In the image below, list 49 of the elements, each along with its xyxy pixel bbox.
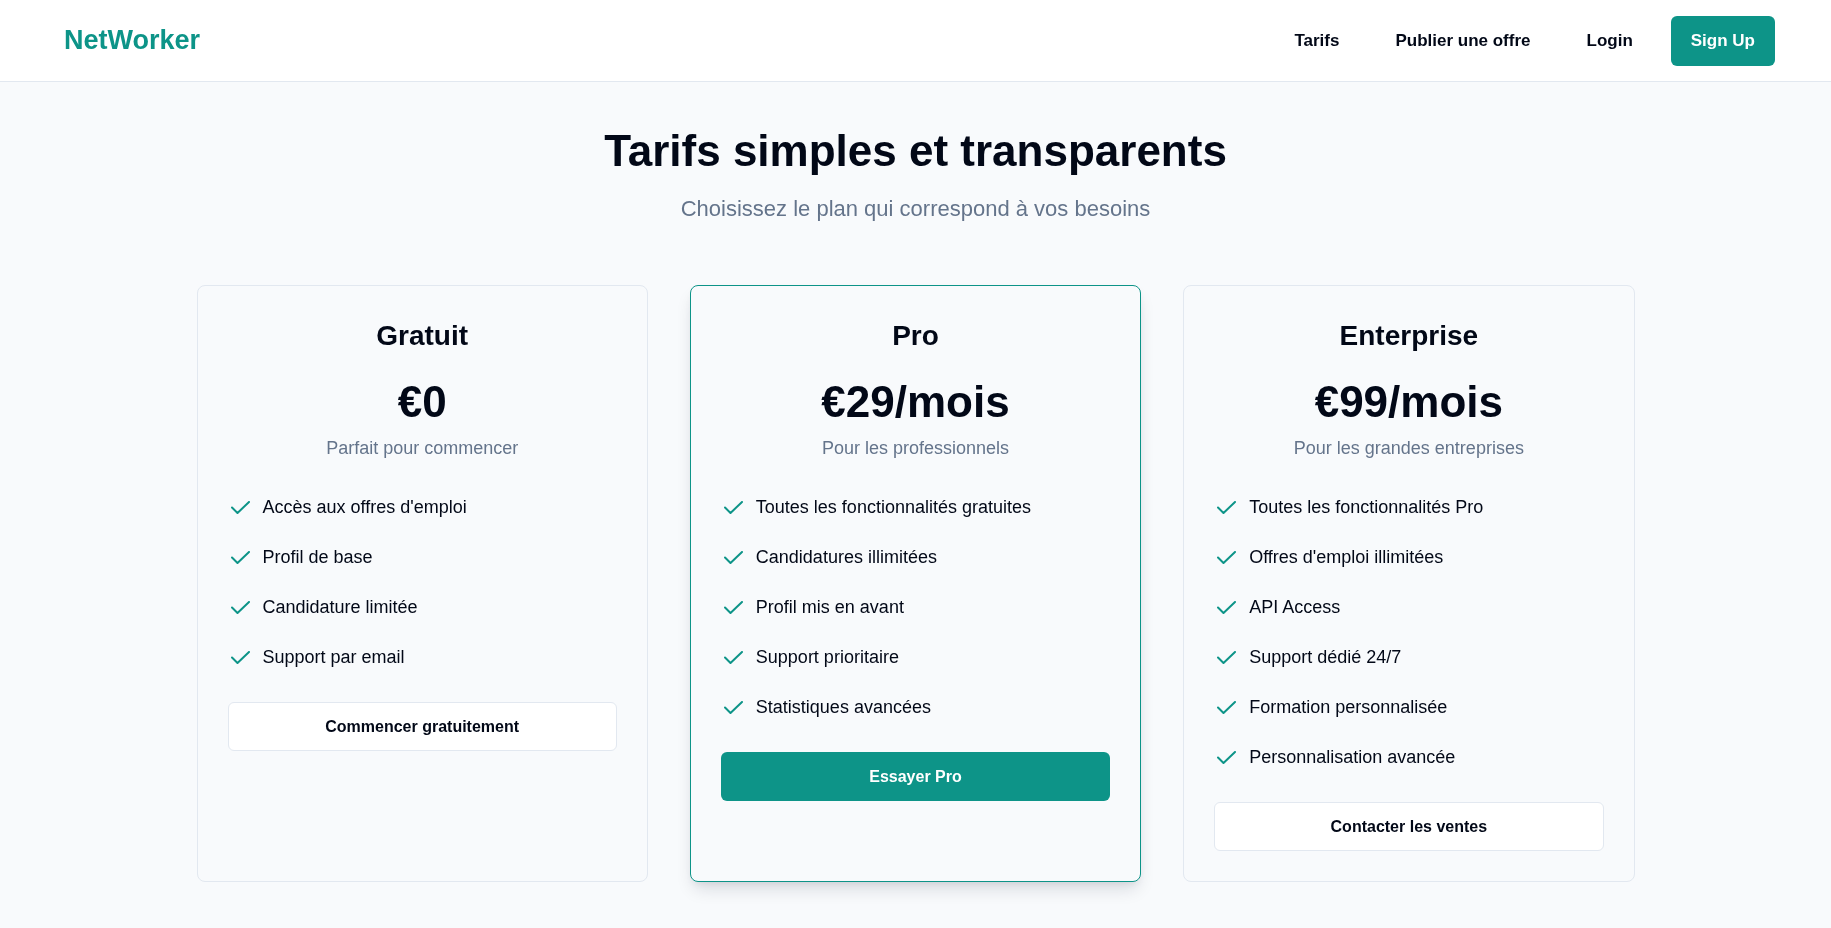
feature-text: Support prioritaire	[755, 646, 899, 669]
page-subtitle: Choisissez le plan qui correspond à vos besoins	[680, 195, 1151, 223]
check-icon	[1217, 500, 1237, 514]
check-icon	[1217, 600, 1237, 614]
plan-price: €0	[397, 376, 447, 428]
logo[interactable]: NetWorker	[64, 25, 201, 56]
sign-up-button[interactable]: Sign Up	[1670, 15, 1775, 66]
feature-text: Profil de base	[262, 546, 373, 569]
plan-tagline: Pour les professionnels	[821, 437, 1010, 460]
check-icon	[1217, 700, 1237, 714]
check-icon	[230, 600, 250, 614]
nav-link[interactable]: Tarifs	[1276, 20, 1358, 61]
plan-name: Enterprise	[1339, 319, 1479, 353]
check-icon	[723, 500, 743, 514]
plan-tagline: Parfait pour commencer	[326, 437, 519, 460]
feature-text: Toutes les fonctionnalités Pro	[1249, 496, 1484, 519]
check-icon	[1217, 650, 1237, 664]
check-icon	[723, 550, 743, 564]
check-icon	[723, 650, 743, 664]
plan-name: Gratuit	[376, 319, 469, 353]
plan-cta-button[interactable]: Commencer gratuitement	[227, 702, 617, 751]
check-icon	[723, 700, 743, 714]
feature-text: Statistiques avancées	[755, 696, 931, 719]
check-icon	[1217, 550, 1237, 564]
feature-text: Candidature limitée	[262, 596, 418, 619]
feature-text: API Access	[1249, 596, 1341, 619]
feature-text: Accès aux offres d'emploi	[262, 496, 467, 519]
plan-cta-button[interactable]: Contacter les ventes	[1214, 802, 1604, 851]
feature-text: Support dédié 24/7	[1249, 646, 1402, 669]
feature-text: Profil mis en avant	[755, 596, 904, 619]
nav-link[interactable]: Publier une offre	[1377, 20, 1549, 61]
check-icon	[723, 600, 743, 614]
page-title: Tarifs simples et transparents	[604, 125, 1227, 177]
feature-text: Support par email	[262, 646, 405, 669]
check-icon	[230, 550, 250, 564]
check-icon	[1217, 750, 1237, 764]
plan-price: €29/mois	[821, 376, 1010, 428]
feature-text: Toutes les fonctionnalités gratuites	[755, 496, 1031, 519]
plan-tagline: Pour les grandes entreprises	[1293, 437, 1524, 460]
check-icon	[230, 500, 250, 514]
nav-link[interactable]: Login	[1568, 20, 1651, 61]
feature-text: Candidatures illimitées	[755, 546, 937, 569]
plan-cta-button[interactable]: Essayer Pro	[720, 752, 1111, 801]
plan-name: Pro	[892, 319, 939, 353]
feature-text: Formation personnalisée	[1249, 696, 1448, 719]
feature-text: Offres d'emploi illimitées	[1249, 546, 1444, 569]
check-icon	[230, 650, 250, 664]
feature-text: Personnalisation avancée	[1249, 746, 1456, 769]
plan-price: €99/mois	[1314, 376, 1503, 428]
